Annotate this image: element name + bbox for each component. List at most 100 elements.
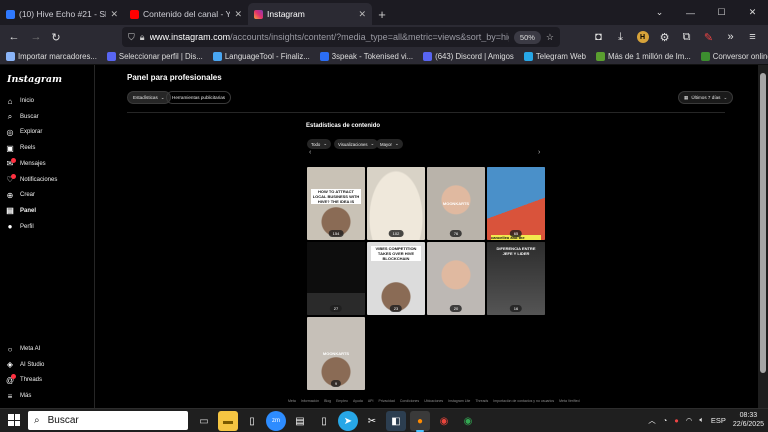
- footer-link[interactable]: Empleo: [336, 399, 348, 403]
- footer-link[interactable]: Información: [301, 399, 319, 403]
- account-button[interactable]: H: [633, 27, 652, 47]
- content-post-thumbnail[interactable]: HOW TO ATTRACT LOCAL BUSINESS WITH HIVE?…: [307, 167, 365, 240]
- content-post-thumbnail[interactable]: 20: [427, 242, 485, 315]
- close-tab-icon[interactable]: ✕: [110, 9, 118, 20]
- sidebar-item-home[interactable]: ⌂ Inicio: [6, 97, 34, 106]
- chrome-icon[interactable]: ◉: [434, 411, 454, 431]
- tab-instagram[interactable]: Instagram ✕: [248, 3, 372, 25]
- footer-link[interactable]: Meta: [288, 399, 296, 403]
- sidebar-item-threads[interactable]: @ Threads: [6, 374, 42, 385]
- clock[interactable]: 08:33 22/6/2025: [733, 411, 764, 429]
- language-indicator[interactable]: ESP: [711, 416, 726, 425]
- filter-dropdown[interactable]: Visualizaciones ⌄: [334, 139, 379, 149]
- sidebar-item-search[interactable]: ⌕ Buscar: [6, 112, 39, 121]
- overflow-chevron-icon[interactable]: »: [721, 27, 740, 47]
- footer-link[interactable]: Condiciones: [400, 399, 419, 403]
- firefox-icon[interactable]: ●: [410, 411, 430, 432]
- bookmark-item[interactable]: Seleccionar perfil | Dis...: [106, 52, 203, 61]
- footer-link[interactable]: Blog: [324, 399, 331, 403]
- bookmark-item[interactable]: 3speak - Tokenised vi...: [319, 52, 413, 61]
- notification-badge-icon[interactable]: ●: [674, 416, 679, 425]
- extension-red-icon[interactable]: ✎: [699, 27, 718, 47]
- content-post-thumbnail[interactable]: cancelleo and the 65: [487, 167, 545, 240]
- bookmark-star-icon[interactable]: ☆: [546, 32, 554, 43]
- period-dropdown[interactable]: ▦ Últimos 7 días ⌄: [678, 91, 734, 104]
- footer-link[interactable]: Meta Verified: [559, 399, 579, 403]
- extensions-icon[interactable]: ⧉: [677, 27, 696, 47]
- content-post-thumbnail[interactable]: MOONKARTS 76: [427, 167, 485, 240]
- file-icon[interactable]: ▯: [314, 411, 334, 431]
- page-scrollbar[interactable]: [758, 65, 768, 408]
- store-icon[interactable]: ▤: [290, 411, 310, 431]
- footer-link[interactable]: Instagram Lite: [448, 399, 470, 403]
- sidebar-item-panel[interactable]: ▤ Panel: [6, 206, 36, 215]
- back-button[interactable]: ←: [4, 27, 24, 47]
- instagram-logo[interactable]: Instagram: [7, 74, 62, 85]
- sidebar-item-messages[interactable]: ✉ Mensajes: [6, 157, 46, 168]
- content-post-thumbnail[interactable]: VIBES COMPETITION TAKES OVER HIVE BLOCKC…: [367, 242, 425, 315]
- close-tab-icon[interactable]: ✕: [358, 9, 366, 20]
- capcut-icon[interactable]: ✂: [362, 411, 382, 431]
- minimize-button[interactable]: —: [675, 0, 706, 25]
- bookmark-item[interactable]: LanguageTool - Finaliz...: [212, 52, 310, 61]
- network-icon[interactable]: ◔: [663, 416, 668, 425]
- footer-link[interactable]: Ubicaciones: [424, 399, 443, 403]
- footer-link[interactable]: API: [368, 399, 374, 403]
- content-post-thumbnail[interactable]: 102: [367, 167, 425, 240]
- new-tab-button[interactable]: +: [372, 3, 392, 25]
- sidebar-item-reels[interactable]: ▣ Reels: [6, 144, 35, 153]
- footer-link[interactable]: Threads: [475, 399, 488, 403]
- task-view-icon[interactable]: ▭: [194, 411, 214, 431]
- content-post-thumbnail[interactable]: 27: [307, 242, 365, 315]
- sidebar-item-meta-ai[interactable]: ○ Meta AI: [6, 345, 41, 354]
- settings-icon[interactable]: ⚙: [655, 27, 674, 47]
- shield-icon[interactable]: ⛉: [128, 32, 135, 43]
- chevron-left-icon[interactable]: ‹: [309, 149, 311, 156]
- sidebar-item-create[interactable]: ⊕ Crear: [6, 191, 35, 200]
- notepad-icon[interactable]: ▯: [242, 411, 262, 431]
- speaker-icon[interactable]: 🔈︎: [699, 415, 704, 425]
- tab-statistics[interactable]: Estadísticas ⌄: [127, 91, 171, 104]
- bookmark-item[interactable]: Más de 1 millón de Im...: [595, 52, 691, 61]
- forward-button[interactable]: →: [26, 27, 46, 47]
- tray-overflow-icon[interactable]: ︿: [648, 415, 656, 426]
- file-explorer-icon[interactable]: ▬: [218, 411, 238, 431]
- windows-start-icon[interactable]: [8, 414, 20, 426]
- scrollbar-thumb[interactable]: [760, 73, 766, 373]
- downloads-icon[interactable]: ⤓: [611, 27, 630, 47]
- url-text[interactable]: www.instagram.com/accounts/insights/cont…: [150, 32, 509, 42]
- footer-link[interactable]: Privacidad: [379, 399, 395, 403]
- sidebar-item-notifications[interactable]: ♡ Notificaciones: [6, 173, 57, 184]
- wifi-icon[interactable]: ◠: [686, 416, 693, 425]
- sidebar-item-ai-studio[interactable]: ◈ AI Studio: [6, 360, 44, 369]
- bookmark-item[interactable]: (643) Discord | Amigos: [423, 52, 514, 61]
- menu-icon[interactable]: ≡: [743, 27, 762, 47]
- tab-ad-tools[interactable]: Herramientas publicitarias: [166, 91, 232, 104]
- address-bar[interactable]: ⛉ 🔒︎ www.instagram.com/accounts/insights…: [122, 27, 560, 47]
- close-tab-icon[interactable]: ✕: [234, 9, 242, 20]
- footer-link[interactable]: Ayuda: [353, 399, 363, 403]
- sidebar-item-more[interactable]: ≡ Más: [6, 392, 32, 401]
- filter-dropdown[interactable]: Mayor ⌄: [376, 139, 403, 149]
- zoom-app-icon[interactable]: zm: [266, 411, 286, 431]
- zoom-level-button[interactable]: 50%: [513, 30, 541, 44]
- pocket-icon[interactable]: ◘: [589, 27, 608, 47]
- telegram-icon[interactable]: ➤: [338, 411, 358, 431]
- app-icon[interactable]: ◧: [386, 411, 406, 431]
- chrome-profile-icon[interactable]: ◉: [458, 411, 478, 431]
- tab-hive-echo[interactable]: (10) Hive Echo #21 - Share your ✕: [0, 3, 124, 25]
- filter-dropdown[interactable]: Todo ⌄: [307, 139, 331, 149]
- bookmark-item[interactable]: Importar marcadores...: [6, 52, 97, 61]
- lock-icon[interactable]: 🔒︎: [140, 32, 145, 43]
- footer-link[interactable]: Importación de contactos y no usuarios: [493, 399, 554, 403]
- sidebar-item-explore[interactable]: ◎ Explorar: [6, 128, 43, 137]
- chevron-down-icon[interactable]: ⌄: [644, 0, 675, 25]
- bookmark-item[interactable]: Telegram Web: [523, 52, 586, 61]
- maximize-button[interactable]: ☐: [706, 0, 737, 25]
- tab-youtube[interactable]: Contenido del canal - YouTube ✕: [124, 3, 248, 25]
- taskbar-search[interactable]: ⌕ Buscar: [28, 411, 188, 430]
- sidebar-item-profile[interactable]: ● Perfil: [6, 222, 34, 231]
- bookmark-item[interactable]: Conversor online - co...: [700, 52, 768, 61]
- content-post-thumbnail[interactable]: MOONKARTS 9: [307, 317, 365, 390]
- reload-button[interactable]: ↻: [46, 27, 66, 47]
